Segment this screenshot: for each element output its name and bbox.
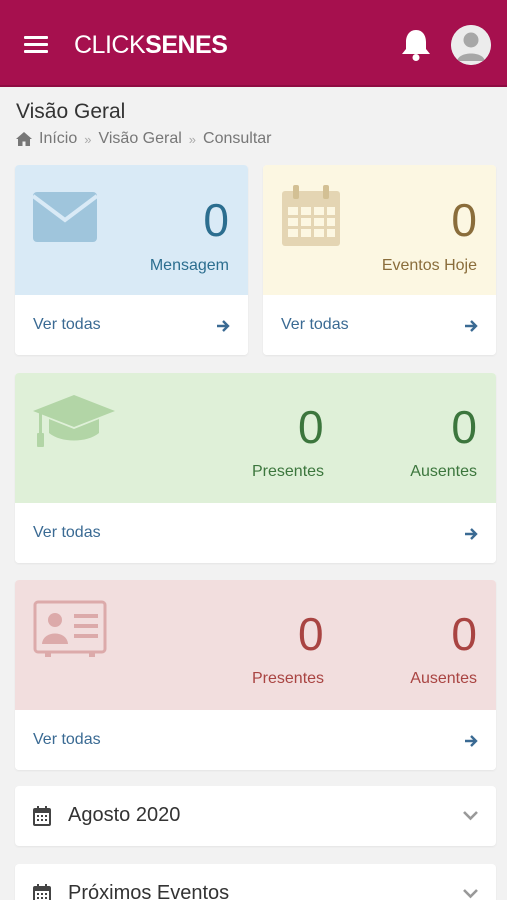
staff-present-count: 0 <box>298 608 324 660</box>
breadcrumb-item-home[interactable]: Início <box>39 130 77 148</box>
staff-absent-count: 0 <box>451 608 477 660</box>
avatar[interactable] <box>451 25 491 65</box>
messages-label: Mensagem <box>149 257 229 274</box>
view-all-link[interactable]: Ver todas <box>281 316 349 334</box>
arrow-right-icon <box>217 320 230 332</box>
students-absent-count: 0 <box>451 401 477 453</box>
breadcrumb-item-current: Consultar <box>203 130 272 147</box>
chevron-right-icon: » <box>84 131 92 147</box>
view-all-link[interactable]: Ver todas <box>33 731 101 749</box>
id-card-icon <box>33 600 107 657</box>
arrow-right-icon <box>465 320 478 332</box>
breadcrumb-item-overview[interactable]: Visão Geral <box>98 130 181 148</box>
calendar-icon <box>33 884 51 900</box>
staff-card: 0 Presentes 0 Ausentes Ver todas <box>15 580 496 770</box>
arrow-right-icon <box>465 735 478 747</box>
chevron-down-icon[interactable] <box>462 888 479 899</box>
events-count: 0 <box>451 194 477 246</box>
graduation-cap-icon <box>33 395 115 447</box>
top-navbar: CLICKSENES <box>0 0 507 87</box>
home-icon <box>16 132 32 146</box>
staff-present-label: Presentes <box>252 670 325 687</box>
calendar-icon <box>282 185 340 246</box>
staff-card-body: 0 Presentes 0 Ausentes <box>15 580 496 710</box>
students-card: 0 Presentes 0 Ausentes Ver todas <box>15 373 496 563</box>
events-card-body: 0 Eventos Hoje <box>263 165 496 295</box>
staff-view-all[interactable]: Ver todas <box>15 710 496 770</box>
staff-absent-label: Ausentes <box>410 670 477 687</box>
messages-card: 0 Mensagem Ver todas <box>15 165 248 355</box>
chevron-down-icon[interactable] <box>462 810 479 821</box>
breadcrumb: Início » Visão Geral » Consultar <box>16 130 272 148</box>
arrow-right-icon <box>465 528 478 540</box>
calendar-icon <box>33 806 51 826</box>
panel-title: Próximos Eventos <box>68 882 230 900</box>
page-title: Visão Geral <box>16 100 126 123</box>
envelope-icon <box>33 192 97 242</box>
events-view-all[interactable]: Ver todas <box>263 295 496 355</box>
students-view-all[interactable]: Ver todas <box>15 503 496 563</box>
bell-icon[interactable] <box>400 28 432 62</box>
students-present-count: 0 <box>298 401 324 453</box>
students-present-label: Presentes <box>252 463 325 480</box>
messages-view-all[interactable]: Ver todas <box>15 295 248 355</box>
menu-icon[interactable] <box>24 36 48 54</box>
view-all-link[interactable]: Ver todas <box>33 316 101 334</box>
view-all-link[interactable]: Ver todas <box>33 524 101 542</box>
messages-card-body: 0 Mensagem <box>15 165 248 295</box>
panel-title: Agosto 2020 <box>68 804 181 826</box>
students-absent-label: Ausentes <box>410 463 477 480</box>
events-card: 0 Eventos Hoje Ver todas <box>263 165 496 355</box>
students-card-body: 0 Presentes 0 Ausentes <box>15 373 496 503</box>
calendar-month-panel[interactable]: Agosto 2020 <box>15 786 496 846</box>
upcoming-events-panel[interactable]: Próximos Eventos <box>15 864 496 900</box>
messages-count: 0 <box>203 194 229 246</box>
app-logo[interactable]: CLICKSENES <box>74 30 228 60</box>
events-label: Eventos Hoje <box>381 257 477 274</box>
chevron-right-icon: » <box>188 131 197 147</box>
